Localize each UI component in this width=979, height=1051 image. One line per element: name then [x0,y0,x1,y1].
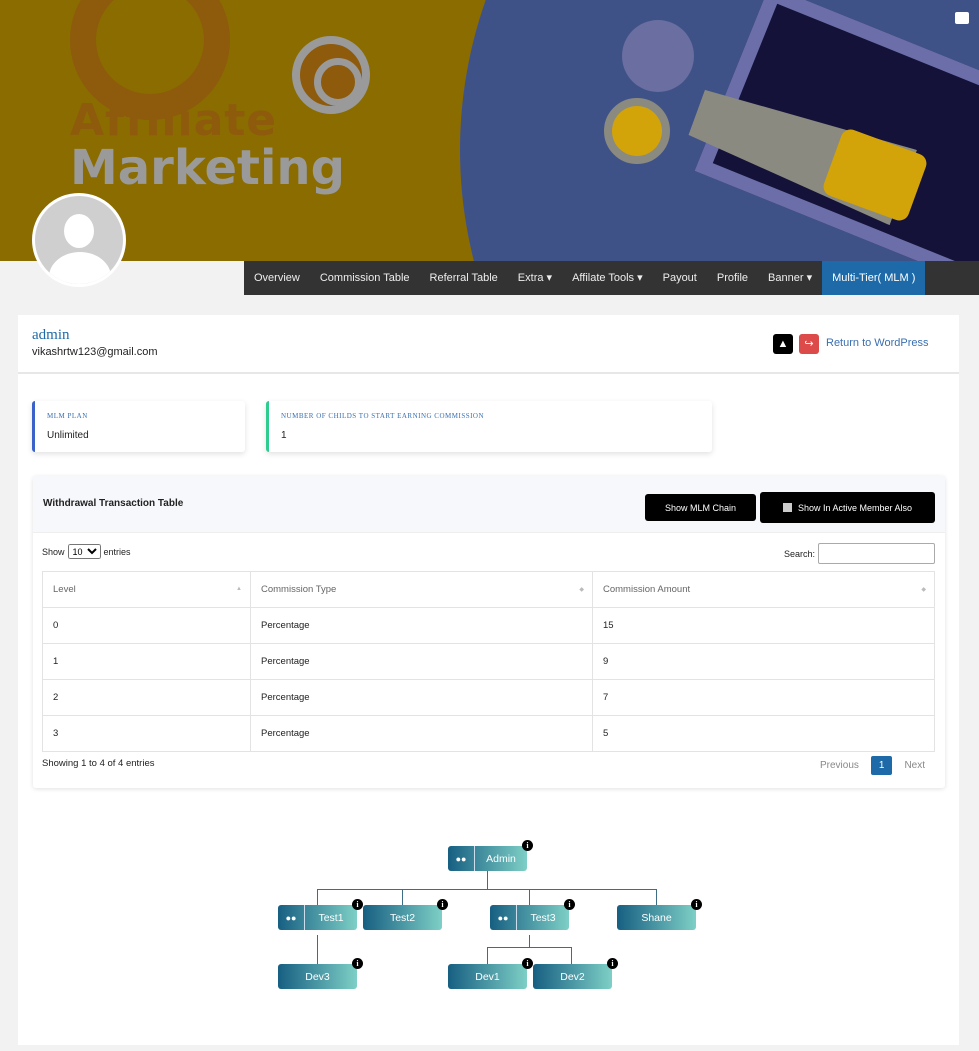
banner-text-2: Marketing [70,140,345,196]
table-cell: 2 [42,679,251,716]
page-length-select[interactable]: 10 [67,544,101,559]
search-input[interactable] [818,543,935,564]
stat-value: Unlimited [47,430,89,441]
table-row: 1 Percentage 9 [42,643,935,680]
nav-payout[interactable]: Payout [653,261,707,295]
users-icon: ●● [278,905,305,930]
sort-icon: ◆ [921,587,926,593]
tree-node-test1[interactable]: ●● Test1 i [278,899,363,930]
tree-node-shane[interactable]: Shane i [617,899,702,930]
entries-label: entries [103,546,131,557]
sort-icon: ▲ [236,586,242,592]
user-name: admin [32,327,70,343]
main-nav: Overview Commission Table Referral Table… [244,261,979,295]
banner-text-1: Affiliate [70,95,278,146]
table-cell: 9 [592,643,935,680]
show-label: Show [42,546,65,557]
nav-banner[interactable]: Banner ▾ [758,261,822,295]
logout-icon[interactable]: ↪ [799,334,819,354]
column-commission-amount[interactable]: Commission Amount ◆ [592,571,935,608]
tree-node-dev2[interactable]: Dev2 i [533,958,618,989]
cover-banner: Affiliate Marketing [0,0,979,261]
info-icon[interactable]: i [522,840,533,851]
main-card: admin vikashrtw123@gmail.com ▲ ↪ Return … [18,315,959,1045]
tree-node-dev3[interactable]: Dev3 i [278,958,363,989]
table-row: 0 Percentage 15 [42,607,935,644]
info-icon[interactable]: i [691,899,702,910]
nav-affiliate-tools[interactable]: Affilate Tools ▾ [562,261,653,295]
nav-referral-table[interactable]: Referral Table [420,261,508,295]
show-inactive-toggle[interactable]: Show In Active Member Also [760,492,935,523]
panel-title: Withdrawal Transaction Table [43,498,184,509]
search-label: Search: [783,548,815,559]
table-info: Showing 1 to 4 of 4 entries [42,758,155,769]
tree-node-dev1[interactable]: Dev1 i [448,958,533,989]
button-label: Show MLM Chain [664,502,737,513]
nav-overview[interactable]: Overview [244,261,310,295]
search-control: Search: [784,543,935,564]
table-row: 3 Percentage 5 [42,715,935,752]
table-cell: 0 [42,607,251,644]
table-cell: 5 [592,715,935,752]
button-label: Show In Active Member Also [797,502,913,513]
table-cell: Percentage [250,715,593,752]
panel-header: Withdrawal Transaction Table Show MLM Ch… [33,476,945,533]
stat-mlm-plan: MLM Plan Unlimited [32,401,245,452]
info-icon[interactable]: i [522,958,533,969]
checkbox[interactable] [782,503,792,512]
nav-multi-tier[interactable]: Multi-Tier( MLM ) [822,261,926,295]
smiley-icon [604,98,670,164]
bell-icon[interactable]: ▲ [773,334,793,354]
table-cell: 15 [592,607,935,644]
page-length-control: Show 10 entries [42,544,131,559]
target-icon [292,36,370,114]
stat-label: Number of childs to start earning commis… [281,412,485,420]
stat-childs: Number of childs to start earning commis… [266,401,712,452]
column-level[interactable]: Level ▲ [42,571,251,608]
users-icon: ●● [448,846,475,871]
table-cell: Percentage [250,607,593,644]
nav-commission-table[interactable]: Commission Table [310,261,420,295]
tree-node-test2[interactable]: Test2 i [363,899,448,930]
info-icon[interactable]: i [564,899,575,910]
commission-table: Level ▲ Commission Type ◆ Commission Amoun… [42,571,935,752]
page-1-button[interactable]: 1 [870,756,893,775]
users-icon: ●● [490,905,517,930]
tree-node-admin[interactable]: ●● Admin i [448,840,533,871]
info-icon[interactable]: i [352,899,363,910]
tree-node-test3[interactable]: ●● Test3 i [490,899,575,930]
return-to-wordpress-link[interactable]: Return to WordPress [826,337,929,349]
avatar[interactable] [32,193,126,287]
table-cell: Percentage [250,679,593,716]
camera-icon[interactable] [955,12,969,24]
user-email: vikashrtw123@gmail.com [32,346,158,358]
next-button[interactable]: Next [904,760,925,771]
table-cell: 1 [42,643,251,680]
stat-label: MLM Plan [47,412,88,420]
show-mlm-chain-button[interactable]: Show MLM Chain [645,494,756,521]
pagination: Previous 1 Next [820,756,925,775]
withdrawal-panel: Withdrawal Transaction Table Show MLM Ch… [33,476,945,788]
table-cell: Percentage [250,643,593,680]
info-icon[interactable]: i [437,899,448,910]
previous-button[interactable]: Previous [820,760,859,771]
table-row: 2 Percentage 7 [42,679,935,716]
nav-profile[interactable]: Profile [707,261,758,295]
info-icon[interactable]: i [607,958,618,969]
nav-extra[interactable]: Extra ▾ [508,261,562,295]
column-commission-type[interactable]: Commission Type ◆ [250,571,593,608]
sort-icon: ◆ [579,587,584,593]
table-cell: 7 [592,679,935,716]
heart-bubble-icon [622,20,694,92]
stat-value: 1 [281,430,287,441]
table-cell: 3 [42,715,251,752]
info-icon[interactable]: i [352,958,363,969]
user-header: admin vikashrtw123@gmail.com ▲ ↪ Return … [18,315,959,374]
